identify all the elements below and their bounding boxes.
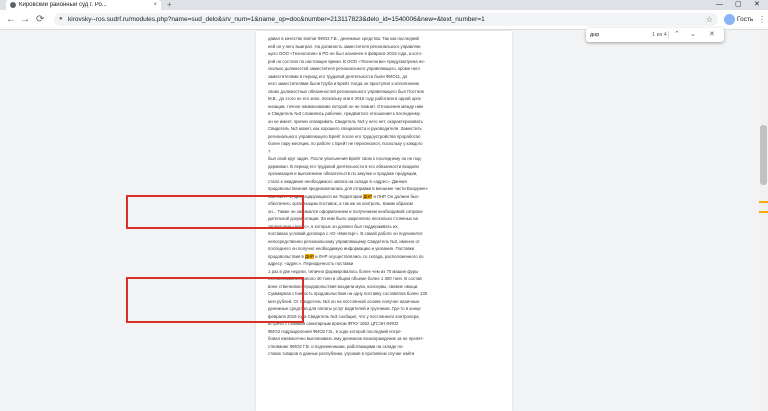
browser-tab[interactable]: Кировский районный суд г. Ро... ×: [6, 0, 161, 10]
browser-toolbar: ← → ⟳ ● kirovsky--ros.sudrf.ru/modules.p…: [0, 10, 768, 30]
scrollbar-thumb[interactable]: [760, 125, 767, 185]
reload-button[interactable]: ⟳: [36, 14, 44, 26]
document-line: Свидетель №3 может, как хорошего специал…: [268, 126, 422, 131]
document-line: и Свидетель №3 сложились рабочие, предвз…: [268, 111, 420, 116]
window-close-button[interactable]: ✕: [754, 0, 760, 10]
find-match-marker: [759, 211, 768, 213]
document-line: последнего он получил необходимую информ…: [268, 246, 415, 251]
document-line: ствование ФИО2 Г.В. и подчиненными, рабо…: [268, 343, 404, 349]
document-line: щего ООО «Технологии» в РО он был назнач…: [268, 51, 423, 56]
highlight-box-upper: [126, 195, 304, 229]
document-line: 1 раз в две недели, типично формировалос…: [268, 268, 419, 274]
find-bar: 1 из 4 ⌃ ⌄ ✕: [586, 28, 724, 42]
maximize-button[interactable]: ▢: [735, 0, 742, 10]
profile-label[interactable]: Гость: [737, 14, 753, 26]
document-line: поставках условий договора с АО «Минтарг…: [268, 231, 423, 236]
browser-menu-icon[interactable]: ⋮: [758, 14, 766, 26]
document-line: ставок товаров в данные республики, угро…: [268, 351, 415, 356]
tab-strip: Кировский районный суд г. Ро... × + — ▢ …: [0, 0, 768, 10]
find-match-highlight: ДНР: [304, 253, 314, 259]
document-line: давал в качестве взятки ФИО2 Г.В., денеж…: [268, 36, 419, 41]
lock-icon: ●: [59, 16, 63, 22]
document-line: рой он состоял по настоящее время. В ООО…: [268, 58, 426, 64]
tab-close-icon[interactable]: ×: [153, 2, 157, 8]
document-line: адресу: «адрес». Периодичность поставки: [268, 261, 354, 266]
profile-avatar-icon[interactable]: [724, 14, 735, 25]
find-match-count: 1 из 4: [652, 32, 667, 38]
document-line: ?: [268, 148, 271, 154]
find-close-icon[interactable]: ✕: [709, 28, 715, 42]
find-match-marker: [759, 201, 768, 203]
address-bar[interactable]: ● kirovsky--ros.sudrf.ru/modules.php?nam…: [54, 13, 718, 26]
document-line: ФИО2 подразделения ФИО2 Г.В., в ходе кот…: [268, 328, 402, 334]
site-favicon-icon: [10, 2, 16, 8]
highlight-box-lower: [126, 277, 304, 323]
document-line: более пару месяцев, по работе с Брейт не…: [268, 141, 423, 146]
find-match-highlight: ДНР: [363, 193, 373, 199]
find-divider: [668, 31, 669, 39]
url-text: kirovsky--ros.sudrf.ru/modules.php?name=…: [68, 16, 485, 23]
document-line: заместителями в период его трудовой деят…: [268, 73, 408, 79]
document-line: организация и выполнение обязательств по…: [268, 171, 418, 176]
document-line: продовольственная предназначалась для от…: [268, 186, 429, 191]
back-button[interactable]: ←: [6, 14, 16, 26]
document-line: ней он у него выиграл. На должность заме…: [268, 43, 422, 49]
document-line: продовольствия в ДНР и ЛНР осуществлялис…: [268, 253, 424, 259]
document-line: непосредственно региональному управляюще…: [268, 238, 420, 244]
new-tab-button[interactable]: +: [167, 0, 172, 10]
document-line: него заместителями были Груба и Брейт. К…: [268, 81, 419, 86]
find-next-icon[interactable]: ⌄: [690, 28, 696, 42]
find-prev-icon[interactable]: ⌃: [674, 28, 680, 42]
tab-title: Кировский районный суд г. Ро...: [19, 2, 107, 8]
document-line: держивал. В период его трудовой деятельн…: [268, 163, 419, 169]
document-line: регионального управляющего Брейт после е…: [268, 133, 421, 139]
document-line: бовал ежемесячно выплачивать ему денежно…: [268, 336, 424, 341]
document-line: М.В., до этого он его знал, поскольку он…: [268, 96, 422, 101]
bookmark-star-icon[interactable]: ☆: [706, 13, 713, 26]
forward-button[interactable]: →: [20, 14, 30, 26]
minimize-button[interactable]: —: [716, 0, 723, 10]
document-line: сколько должностей заместителя региональ…: [268, 66, 420, 71]
document-line: он не имеет, причин оговаривать Свидетел…: [268, 118, 423, 124]
document-line: своих должностных обязанностей региональ…: [268, 88, 424, 94]
page-scrollbar[interactable]: [759, 31, 768, 411]
document-line: стало к ожидание необходимого запаса на …: [268, 178, 407, 184]
document-line: был свой круг задач. После увольнения Бр…: [268, 156, 422, 161]
find-input[interactable]: [590, 30, 648, 40]
document-line: низации, точное наименование которой он …: [268, 103, 423, 109]
